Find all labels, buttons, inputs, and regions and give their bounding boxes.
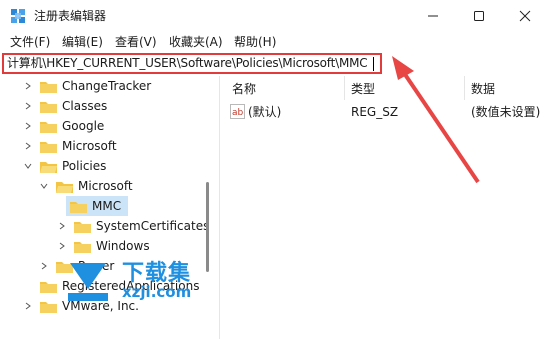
tree-item-changetracker[interactable]: ChangeTracker [22,76,151,96]
tree-item-windows[interactable]: Windows [56,236,150,256]
folder-icon [40,140,57,153]
folder-open-icon [40,160,57,173]
column-header-type[interactable]: 类型 [351,80,375,98]
column-divider[interactable] [464,76,465,100]
folder-icon [40,100,57,113]
tree-item-google[interactable]: Google [22,116,104,136]
folder-icon [70,200,87,213]
minimize-button[interactable] [410,0,456,32]
chevron-right-icon[interactable] [22,140,34,152]
value-data: (数值未设置) [471,105,541,119]
window-title: 注册表编辑器 [34,9,107,23]
tree-item-classes[interactable]: Classes [22,96,107,116]
chevron-right-icon[interactable] [56,220,68,232]
chevron-right-icon[interactable] [56,240,68,252]
watermark: 下载集 xzji.com [60,255,210,309]
minimize-icon [428,15,438,17]
column-header-data[interactable]: 数据 [471,80,495,98]
text-caret [373,57,374,71]
tree-item-label: ChangeTracker [62,79,152,93]
svg-text:ab: ab [232,108,244,118]
watermark-url: xzji.com [122,283,192,301]
close-icon [519,10,531,22]
watermark-logo-icon [68,263,108,301]
menu-bar: 文件(F) 编辑(E) 查看(V) 收藏夹(A) 帮助(H) [0,32,550,52]
tree-item-label: MMC [92,199,122,213]
tree-item-label: Google [62,119,105,133]
tree-item-label: Policies [62,159,107,173]
value-type: REG_SZ [351,105,399,119]
address-bar[interactable]: 计算机\HKEY_CURRENT_USER\Software\Policies\… [2,53,382,74]
values-pane[interactable]: 名称 类型 数据 ab (默认) REG_SZ (数值未设置) [224,76,550,339]
tree-item-label: Microsoft [78,179,133,193]
folder-open-icon [56,180,73,193]
folder-icon [40,280,57,293]
chevron-right-icon[interactable] [22,120,34,132]
tree-item-systemcertificates[interactable]: SystemCertificates [56,216,209,236]
value-name[interactable]: (默认) [248,103,281,121]
tree-item-label: SystemCertificates [96,219,210,233]
maximize-icon [474,11,484,21]
chevron-right-icon[interactable] [22,100,34,112]
tree-item-policies-microsoft[interactable]: Microsoft [38,176,133,196]
regedit-icon [11,9,25,23]
chevron-down-icon[interactable] [38,180,50,192]
maximize-button[interactable] [456,0,502,32]
string-value-icon: ab [230,104,245,119]
menu-favorites[interactable]: 收藏夹(A) [169,34,223,50]
folder-icon [40,80,57,93]
tree-item-label: Microsoft [62,139,117,153]
address-path[interactable]: 计算机\HKEY_CURRENT_USER\Software\Policies\… [7,56,368,71]
tree-item-microsoft[interactable]: Microsoft [22,136,117,156]
chevron-right-icon[interactable] [38,260,50,272]
column-header-name[interactable]: 名称 [232,80,256,98]
menu-help[interactable]: 帮助(H) [234,34,276,50]
column-divider[interactable] [344,76,345,100]
menu-file[interactable]: 文件(F) [10,34,50,50]
folder-icon [74,240,91,253]
chevron-right-icon[interactable] [22,300,34,312]
folder-icon [74,220,91,233]
title-bar: 注册表编辑器 [0,0,550,32]
menu-edit[interactable]: 编辑(E) [62,34,103,50]
chevron-down-icon[interactable] [22,160,34,172]
tree-item-label: Classes [62,99,108,113]
folder-icon [40,300,57,313]
tree-item-label: Windows [96,239,150,253]
tree-item-policies[interactable]: Policies [22,156,106,176]
chevron-right-icon[interactable] [22,80,34,92]
folder-icon [40,120,57,133]
close-button[interactable] [502,0,548,32]
menu-view[interactable]: 查看(V) [115,34,157,50]
tree-item-mmc[interactable]: MMC [66,196,128,216]
